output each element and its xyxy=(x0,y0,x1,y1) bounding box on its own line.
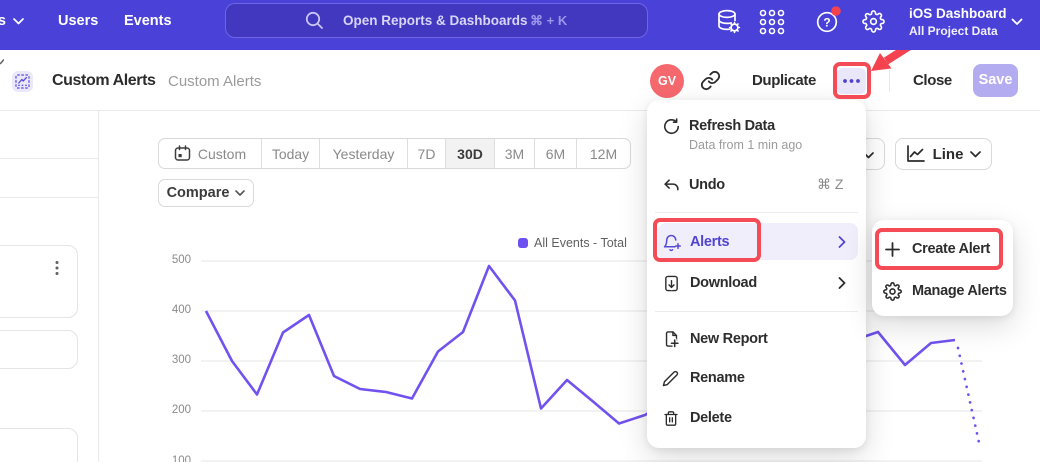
svg-text:?: ? xyxy=(823,16,830,30)
